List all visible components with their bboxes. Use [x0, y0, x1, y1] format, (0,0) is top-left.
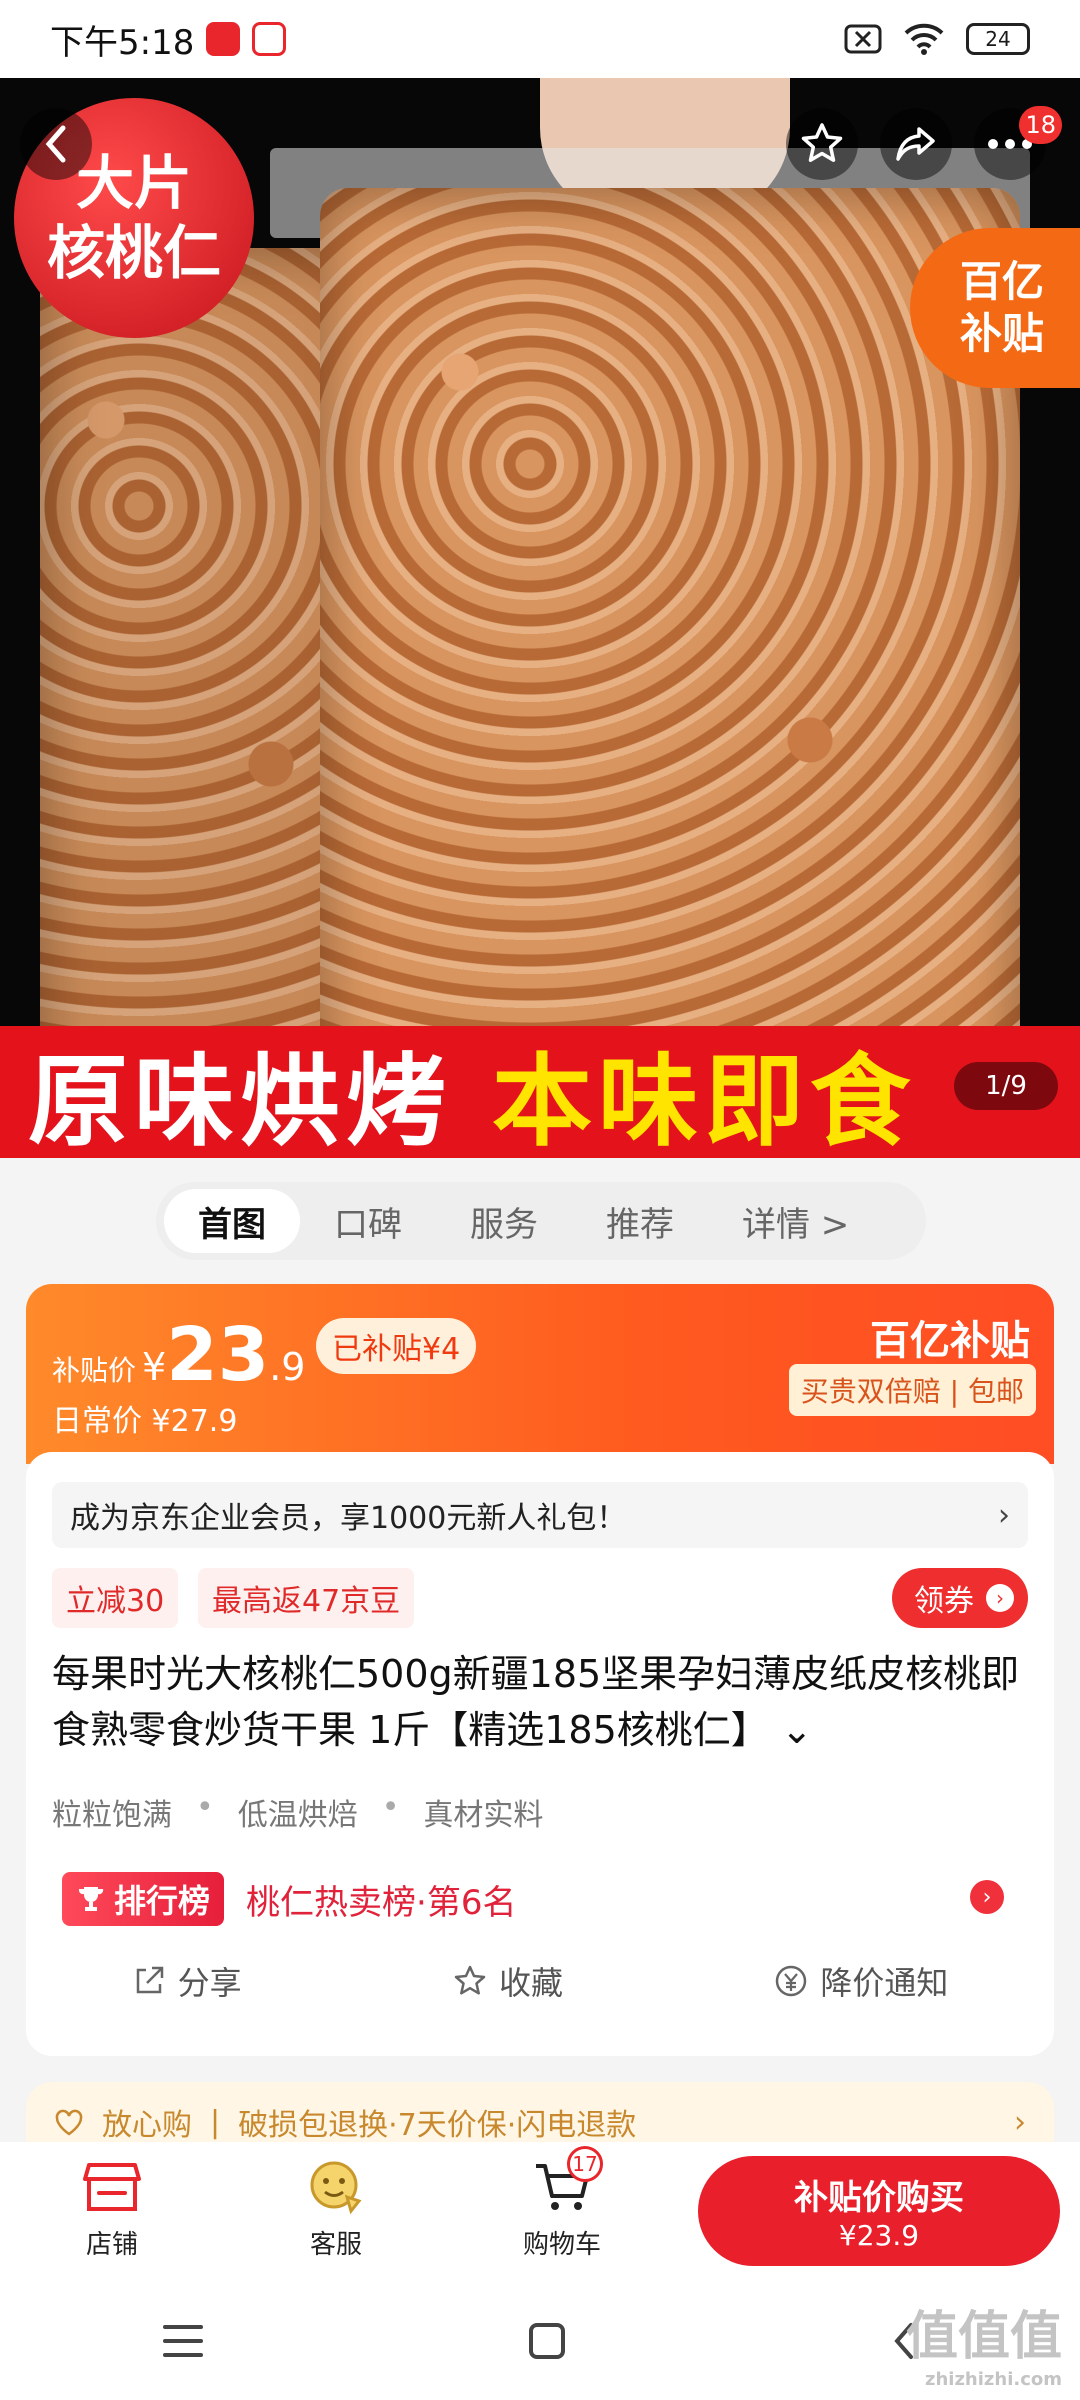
- share-button[interactable]: [880, 108, 952, 180]
- guarantee-text: 破损包退换·7天价保·闪电退款: [238, 2108, 637, 2143]
- feature-separator: •: [381, 1790, 400, 1825]
- subsidized-amount: 已补贴¥4: [316, 1318, 477, 1374]
- tab-service[interactable]: 服务: [436, 1189, 572, 1253]
- price-label: 补贴价: [52, 1354, 137, 1387]
- subsidy-badge-line1: 百亿: [959, 257, 1044, 306]
- watermark-main: 值值值: [905, 2307, 1062, 2367]
- get-coupon-label: 领券: [914, 1584, 974, 1619]
- subsidy-logo[interactable]: 百亿补贴: [870, 1308, 1030, 1366]
- ranking-text: 桃仁热卖榜·第6名: [246, 1882, 517, 1923]
- subsidy-tags: 买贵双倍赔 | 包邮: [788, 1364, 1036, 1416]
- price-decimal: .9: [269, 1345, 306, 1389]
- chevron-right-icon[interactable]: ›: [970, 1880, 1004, 1914]
- trophy-icon: [79, 1887, 104, 1911]
- chevron-left-icon: [45, 125, 66, 163]
- member-promo-text: 成为京东企业会员，享1000元新人礼包！: [70, 1501, 627, 1536]
- status-time: 下午5:18: [50, 22, 195, 63]
- ranking-row[interactable]: 排行榜 桃仁热卖榜·第6名: [62, 1872, 516, 1926]
- wifi-icon: [904, 23, 944, 55]
- product-info-card: 成为京东企业会员，享1000元新人礼包！ › 立减30 最高返47京豆 领券 ›…: [26, 1452, 1054, 2056]
- price-currency: ¥: [142, 1345, 167, 1389]
- coupon-jingdou[interactable]: 最高返47京豆: [198, 1568, 415, 1628]
- back-button[interactable]: [20, 108, 92, 180]
- shop-button[interactable]: 店铺: [42, 2156, 182, 2261]
- message-count-badge: 18: [1019, 106, 1062, 144]
- tab-recommend[interactable]: 推荐: [572, 1189, 708, 1253]
- guarantee-divider: |: [210, 2104, 221, 2140]
- action-row: 分享 收藏 降价通知: [26, 1958, 1054, 2004]
- favorite-label: 收藏: [498, 1964, 563, 2002]
- favorite-button[interactable]: [786, 108, 858, 180]
- heart-icon: [55, 2109, 83, 2136]
- hero-slogan-banner: 原味烘烤 本味即食: [0, 1026, 1080, 1158]
- app-notification-icon-2: [252, 22, 287, 56]
- product-image-carousel[interactable]: 大片 核桃仁 百亿 补贴 18 原味烘烤 本味即食 1/9: [0, 78, 1080, 1158]
- get-coupon-button[interactable]: 领券 ›: [892, 1568, 1028, 1628]
- ranking-badge-label: 排行榜: [114, 1882, 211, 1920]
- daily-price: 日常价 ¥27.9: [52, 1404, 238, 1439]
- bottom-action-bar: 店铺 客服 17 购物车 补贴价购买 ¥23.9: [0, 2142, 1080, 2282]
- member-promo-bar[interactable]: 成为京东企业会员，享1000元新人礼包！ ›: [52, 1482, 1028, 1548]
- price-card: 补贴价 ¥ 23 .9 已补贴¥4 日常价 ¥27.9 百亿补贴 买贵双倍赔 |…: [26, 1284, 1054, 1464]
- feature-separator: •: [196, 1790, 214, 1825]
- tab-reviews[interactable]: 口碑: [300, 1189, 436, 1253]
- feature-item: 真材实料: [423, 1798, 544, 1833]
- cart-label: 购物车: [522, 2230, 601, 2260]
- feature-list: 粒粒饱满 • 低温烘焙 • 真材实料: [52, 1790, 543, 1834]
- subsidy-badge-line2: 补贴: [959, 309, 1044, 358]
- feature-item: 低温烘焙: [237, 1798, 358, 1833]
- section-tabs: 首图 口碑 服务 推荐 详情 >: [156, 1182, 926, 1260]
- battery-icon: 24: [966, 23, 1030, 55]
- sim-off-icon: [844, 24, 882, 54]
- coupon-instant-discount[interactable]: 立减30: [52, 1568, 179, 1628]
- share-icon: [896, 127, 935, 161]
- chevron-right-icon: ›: [998, 1497, 1010, 1533]
- slogan-white: 原味烘烤: [28, 1042, 452, 1159]
- cart-count-badge: 17: [567, 2146, 603, 2182]
- ranking-badge: 排行榜: [62, 1872, 225, 1926]
- star-icon: [801, 123, 843, 162]
- favorite-action[interactable]: 收藏: [453, 1958, 563, 2004]
- share-action[interactable]: 分享: [132, 1958, 242, 2004]
- customer-service-button[interactable]: 客服: [266, 2156, 406, 2261]
- promo-disc-line1: 大片: [75, 149, 192, 217]
- star-icon: [454, 1965, 486, 1995]
- service-icon: [305, 2156, 367, 2218]
- slogan-yellow: 本味即食: [492, 1042, 916, 1159]
- buy-with-subsidy-button[interactable]: 补贴价购买 ¥23.9: [698, 2156, 1060, 2266]
- page-indicator: 1/9: [954, 1062, 1058, 1110]
- cart-button[interactable]: 17 购物车: [492, 2146, 632, 2261]
- subsidy-badge: 百亿 补贴: [910, 228, 1080, 388]
- home-icon[interactable]: [527, 2321, 567, 2361]
- feature-item: 粒粒饱满: [52, 1798, 172, 1833]
- status-icons: 24: [844, 23, 1030, 55]
- price-integer: 23: [166, 1312, 270, 1398]
- price-down-icon: [776, 1965, 807, 1997]
- product-title[interactable]: 每果时光大核桃仁500g新疆185坚果孕妇薄皮纸皮核桃即食熟零食炒货干果 1斤【…: [52, 1646, 1028, 1758]
- watermark: 值值值 zhizhizhi.com: [906, 2294, 1062, 2390]
- buy-button-label: 补贴价购买: [794, 2178, 964, 2218]
- shop-icon: [81, 2156, 143, 2218]
- guarantee-label: 放心购: [102, 2108, 192, 2143]
- status-bar: 下午5:18 24: [0, 0, 1080, 78]
- share-label: 分享: [177, 1964, 242, 2002]
- tab-main-image[interactable]: 首图: [164, 1189, 300, 1253]
- promo-disc-line2: 核桃仁: [46, 219, 221, 287]
- chevron-right-icon: ›: [1014, 2104, 1026, 2140]
- app-notification-icon: [206, 22, 241, 56]
- chevron-right-icon: ›: [986, 1584, 1014, 1612]
- menu-icon[interactable]: [161, 2323, 205, 2359]
- cart-icon: 17: [531, 2146, 603, 2218]
- buy-button-price: ¥23.9: [838, 2219, 920, 2252]
- share-icon: [136, 1966, 163, 1994]
- service-label: 客服: [309, 2230, 362, 2260]
- shop-label: 店铺: [85, 2230, 138, 2260]
- tab-details[interactable]: 详情 >: [708, 1189, 883, 1253]
- watermark-sub: zhizhizhi.com: [924, 2369, 1062, 2390]
- subsidy-price: 补贴价 ¥ 23 .9: [52, 1312, 305, 1398]
- price-alert-label: 降价通知: [820, 1964, 949, 2002]
- price-alert-action[interactable]: 降价通知: [774, 1958, 948, 2004]
